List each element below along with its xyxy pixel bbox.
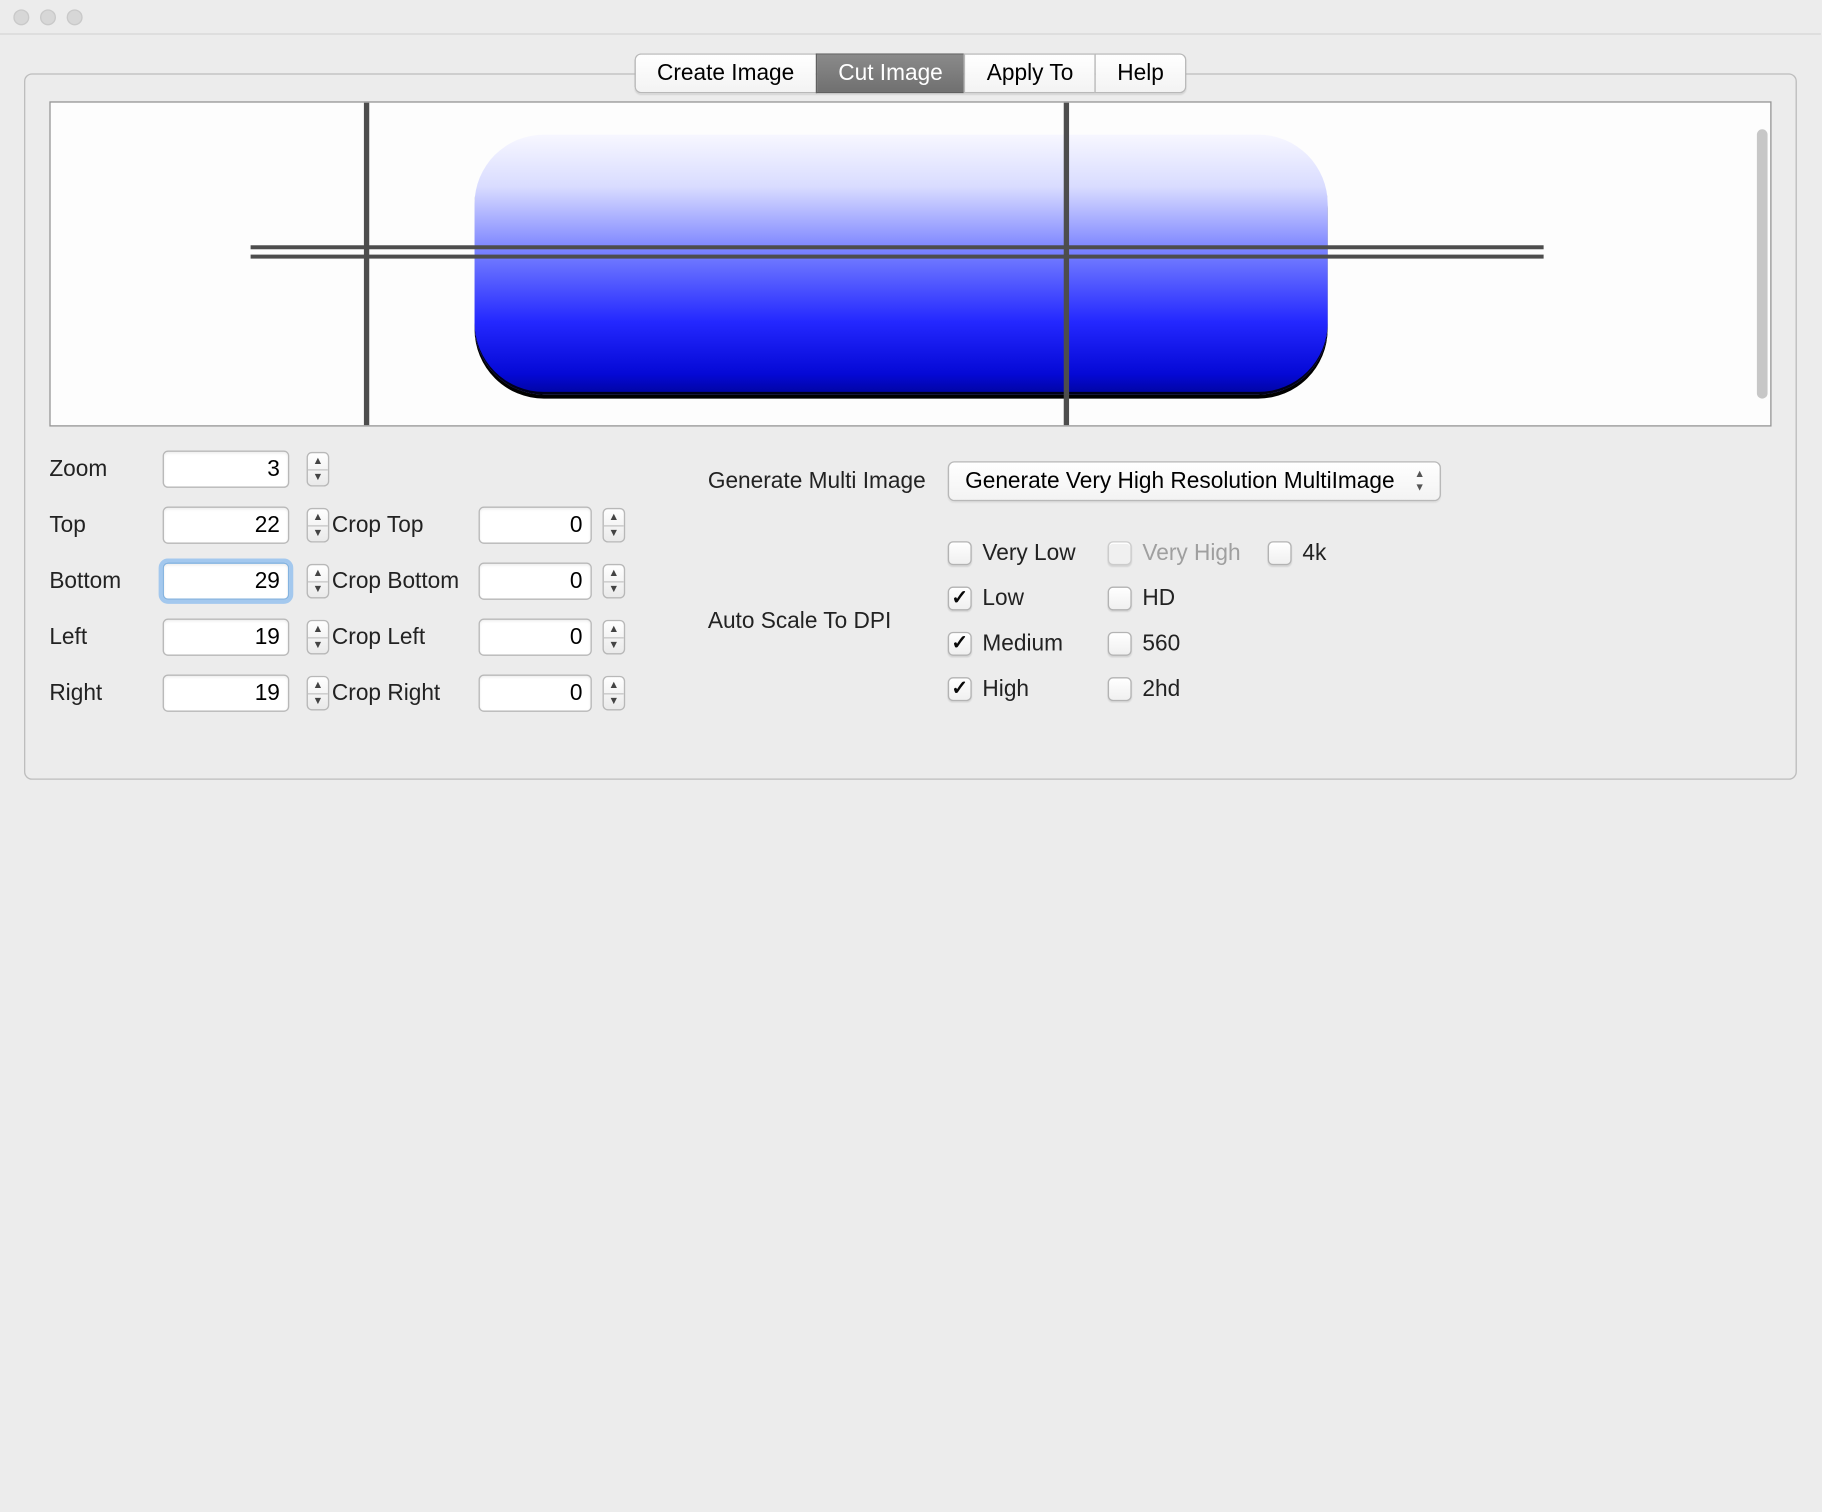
controls-area: Zoom ▲▼ Top ▲▼ Crop Top ▲▼ Bottom ▲▼ Cro… [49, 451, 1771, 712]
dpi-checkboxes: Very Low Very High 4k Low HD Medium 560 … [948, 539, 1772, 702]
dpi-hd[interactable]: HD [1108, 585, 1268, 612]
guide-horizontal-lines [251, 245, 1544, 258]
crop-bottom-stepper[interactable]: ▲▼ [603, 564, 626, 599]
checkbox-icon [1108, 631, 1132, 655]
top-stepper[interactable]: ▲▼ [307, 508, 330, 543]
zoom-input[interactable] [163, 451, 290, 488]
close-window-icon[interactable] [13, 9, 29, 25]
auto-scale-to-dpi-label: Auto Scale To DPI [708, 607, 948, 634]
checkbox-icon [948, 676, 972, 700]
checkbox-icon [1108, 676, 1132, 700]
dpi-medium[interactable]: Medium [948, 630, 1108, 657]
numeric-controls: Zoom ▲▼ Top ▲▼ Crop Top ▲▼ Bottom ▲▼ Cro… [49, 451, 628, 712]
tab-cut-image[interactable]: Cut Image [816, 53, 965, 93]
preview-area[interactable] [49, 101, 1771, 426]
dialog-content: Create Image Cut Image Apply To Help Zoo… [0, 35, 1821, 780]
checkbox-icon [1108, 586, 1132, 610]
checkbox-icon [948, 586, 972, 610]
tab-apply-to[interactable]: Apply To [964, 53, 1095, 93]
dpi-4k[interactable]: 4k [1268, 539, 1428, 566]
tab-bar: Create Image Cut Image Apply To Help [24, 53, 1797, 93]
checkbox-icon [948, 631, 972, 655]
right-stepper[interactable]: ▲▼ [307, 676, 330, 711]
checkbox-icon [948, 541, 972, 565]
bottom-label: Bottom [49, 568, 162, 595]
right-input[interactable] [163, 674, 290, 711]
tab-create-image[interactable]: Create Image [634, 53, 815, 93]
guide-right-line [1064, 103, 1069, 426]
left-stepper[interactable]: ▲▼ [307, 620, 330, 655]
crop-right-stepper[interactable]: ▲▼ [603, 676, 626, 711]
minimize-window-icon[interactable] [40, 9, 56, 25]
window: Create Image Cut Image Apply To Help Zoo… [0, 0, 1821, 1133]
zoom-stepper[interactable]: ▲▼ [307, 452, 330, 487]
dpi-high[interactable]: High [948, 675, 1108, 702]
crop-bottom-input[interactable] [479, 563, 592, 600]
zoom-window-icon[interactable] [67, 9, 83, 25]
tab-help[interactable]: Help [1095, 53, 1187, 93]
crop-top-stepper[interactable]: ▲▼ [603, 508, 626, 543]
crop-right-label: Crop Right [332, 680, 479, 707]
right-label: Right [49, 680, 162, 707]
crop-right-input[interactable] [479, 674, 592, 711]
titlebar [0, 0, 1821, 35]
dpi-very-high: Very High [1108, 539, 1268, 566]
generate-multi-image-label: Generate Multi Image [708, 467, 948, 494]
crop-top-label: Crop Top [332, 512, 479, 539]
checkbox-icon [1108, 541, 1132, 565]
generate-controls: Generate Multi Image Generate Very High … [708, 451, 1772, 712]
cut-image-panel: Zoom ▲▼ Top ▲▼ Crop Top ▲▼ Bottom ▲▼ Cro… [24, 73, 1797, 779]
top-label: Top [49, 512, 162, 539]
left-input[interactable] [163, 619, 290, 656]
crop-left-label: Crop Left [332, 624, 479, 651]
top-input[interactable] [163, 507, 290, 544]
generate-multi-image-select[interactable]: Generate Very High Resolution MultiImage… [948, 461, 1441, 501]
generate-multi-image-value[interactable]: Generate Very High Resolution MultiImage [948, 461, 1441, 501]
bottom-stepper[interactable]: ▲▼ [307, 564, 330, 599]
crop-top-input[interactable] [479, 507, 592, 544]
guide-left-line [364, 103, 369, 426]
crop-left-stepper[interactable]: ▲▼ [603, 620, 626, 655]
dpi-very-low[interactable]: Very Low [948, 539, 1108, 566]
vertical-scrollbar[interactable] [1757, 129, 1768, 398]
crop-bottom-label: Crop Bottom [332, 568, 479, 595]
dpi-560[interactable]: 560 [1108, 630, 1268, 657]
crop-left-input[interactable] [479, 619, 592, 656]
bottom-input[interactable] [163, 563, 290, 600]
left-label: Left [49, 624, 162, 651]
zoom-label: Zoom [49, 456, 162, 483]
checkbox-icon [1268, 541, 1292, 565]
dpi-low[interactable]: Low [948, 585, 1108, 612]
preview-image [51, 103, 1751, 426]
select-caret-icon: ▲▼ [1409, 466, 1430, 495]
dpi-2hd[interactable]: 2hd [1108, 675, 1268, 702]
